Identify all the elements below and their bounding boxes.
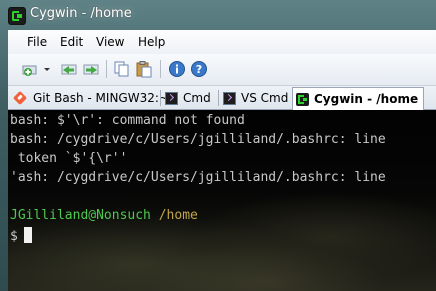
prompt-user: JGilliland@Nonsuch — [10, 208, 151, 223]
dropdown-arrow-icon[interactable] — [43, 60, 51, 78]
tab-label: VS Cmd — [241, 91, 289, 105]
menu-view[interactable]: View — [96, 35, 124, 49]
tab-label: Cmd — [183, 91, 211, 105]
menu-bar: File Edit View Help — [8, 30, 436, 54]
info-icon[interactable] — [168, 60, 186, 78]
forward-icon[interactable] — [82, 60, 100, 78]
tab-cygwin[interactable]: Cygwin - /home — [292, 87, 425, 110]
terminal-icon — [165, 91, 178, 105]
tab-label: Cygwin - /home — [314, 92, 419, 106]
help-icon[interactable]: ? — [190, 60, 208, 78]
menu-help[interactable]: Help — [138, 35, 165, 49]
copy-icon[interactable] — [113, 60, 131, 78]
tab-bar: Git Bash - MINGW32:~ Cmd VS Cmd Cygwin -… — [8, 86, 436, 110]
console-line: token `$'{\r'' — [10, 151, 128, 166]
prompt-path: /home — [158, 208, 198, 223]
prompt-symbol: $ — [10, 229, 18, 244]
terminal-output[interactable]: bash: $'\r': command not found bash: /cy… — [8, 110, 436, 291]
svg-text:?: ? — [196, 63, 202, 76]
menu-edit[interactable]: Edit — [60, 35, 83, 49]
back-icon[interactable] — [60, 60, 78, 78]
menu-file[interactable]: File — [27, 35, 47, 49]
input-line[interactable]: $ — [10, 227, 32, 244]
tab-cmd[interactable]: Cmd — [165, 88, 211, 108]
toolbar: ? — [8, 54, 436, 86]
tab-vs-cmd[interactable]: VS Cmd — [223, 88, 288, 108]
title-bar[interactable]: Cygwin - /home — [0, 0, 436, 30]
tab-label: Git Bash - MINGW32:~ — [33, 91, 169, 105]
paste-icon[interactable] — [135, 60, 153, 78]
console-line: bash: $'\r': command not found — [10, 113, 245, 128]
new-tab-icon[interactable] — [22, 60, 40, 78]
cygwin-icon — [296, 92, 309, 106]
toolbar-separator — [106, 60, 107, 78]
console-line: 'ash: /cygdrive/c/Users/jgilliland/.bash… — [10, 170, 386, 185]
app-body: File Edit View Help ? Git Bash - MINGW32… — [8, 30, 436, 291]
toolbar-separator — [160, 60, 161, 78]
prompt-line: JGilliland@Nonsuch /home — [10, 208, 198, 223]
window-title: Cygwin - /home — [30, 6, 132, 21]
window-frame: Cygwin - /home File Edit View Help ? Git… — [0, 0, 436, 291]
tab-git-bash[interactable]: Git Bash - MINGW32:~ — [12, 88, 169, 108]
cygwin-app-icon — [8, 7, 26, 25]
text-cursor — [23, 227, 32, 243]
tab-separator — [160, 90, 161, 106]
tab-separator — [218, 90, 219, 106]
terminal-icon — [223, 91, 236, 105]
console-line: bash: /cygdrive/c/Users/jgilliland/.bash… — [10, 132, 386, 147]
git-icon — [12, 90, 28, 106]
